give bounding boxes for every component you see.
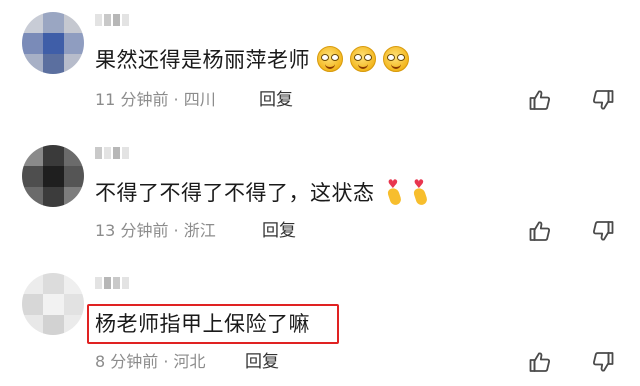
thumbs-down-icon[interactable] xyxy=(591,350,615,374)
grinning-face-emoji-icon xyxy=(350,46,376,72)
comment-text: 杨老师指甲上保险了嘛 xyxy=(95,310,310,338)
comment-meta: 11 分钟前 · 四川 xyxy=(95,90,216,109)
heart-fingers-emoji-icon: ♥ xyxy=(411,178,431,207)
comment-item: 杨老师指甲上保险了嘛 8 分钟前 · 河北 回复 xyxy=(0,256,640,386)
grinning-face-emoji-icon xyxy=(317,46,343,72)
grinning-face-emoji-icon xyxy=(383,46,409,72)
reply-button[interactable]: 回复 xyxy=(262,221,296,241)
username-blurred[interactable] xyxy=(95,14,133,26)
comment-text-content: 杨老师指甲上保险了嘛 xyxy=(95,312,310,336)
thumbs-up-icon[interactable] xyxy=(528,350,552,374)
heart-fingers-emoji-icon: ♥ xyxy=(385,178,405,207)
thumbs-down-icon[interactable] xyxy=(591,88,615,112)
reply-button[interactable]: 回复 xyxy=(259,90,293,110)
comment-text-content: 不得了不得了不得了，这状态 xyxy=(95,181,375,205)
username-blurred[interactable] xyxy=(95,147,133,159)
thumbs-up-icon[interactable] xyxy=(528,88,552,112)
avatar[interactable] xyxy=(22,12,84,74)
comment-meta: 13 分钟前 · 浙江 xyxy=(95,221,216,240)
comment-item: 果然还得是杨丽萍老师 11 分钟前 · 四川 回复 xyxy=(0,0,640,128)
comment-meta: 8 分钟前 · 河北 xyxy=(95,352,206,371)
comment-text-content: 果然还得是杨丽萍老师 xyxy=(95,48,310,72)
comment-item: 不得了不得了不得了，这状态 ♥ ♥ 13 分钟前 · 浙江 回复 xyxy=(0,128,640,256)
username-blurred[interactable] xyxy=(95,277,133,289)
thumbs-down-icon[interactable] xyxy=(591,219,615,243)
reply-button[interactable]: 回复 xyxy=(245,352,279,372)
avatar[interactable] xyxy=(22,273,84,335)
avatar[interactable] xyxy=(22,145,84,207)
comment-list: 果然还得是杨丽萍老师 11 分钟前 · 四川 回复 不得了不得了不得了，这状态 … xyxy=(0,0,640,386)
comment-text: 不得了不得了不得了，这状态 ♥ ♥ xyxy=(95,178,431,207)
thumbs-up-icon[interactable] xyxy=(528,219,552,243)
comment-text: 果然还得是杨丽萍老师 xyxy=(95,46,409,74)
